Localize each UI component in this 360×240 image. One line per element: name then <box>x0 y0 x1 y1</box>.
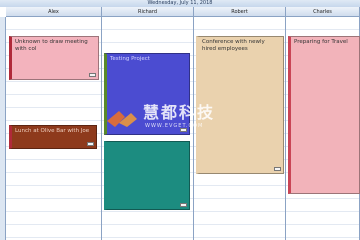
appointment[interactable]: Lunch at Olive Bar with Joe <box>9 125 97 149</box>
appointment[interactable]: Conference with newly hired employees <box>196 36 284 174</box>
appointment-subject: Preparing for Travel <box>294 39 348 45</box>
note-icon <box>89 73 96 77</box>
appointment-subject: Conference with newly hired employees <box>202 39 265 52</box>
resource-header-alex[interactable]: Alex <box>6 7 102 17</box>
note-icon <box>180 203 187 207</box>
appointment[interactable]: Preparing for Travel <box>288 36 360 194</box>
scheduler-view: Wednesday, July 11, 2018 Alex Richard Ro… <box>0 0 360 240</box>
appointment[interactable]: Testing Project <box>104 53 190 135</box>
appointment[interactable] <box>104 141 190 210</box>
note-icon <box>87 142 94 146</box>
appointment-subject: Lunch at Olive Bar with Joe <box>15 128 90 134</box>
note-icon <box>274 167 281 171</box>
appointment-subject: Unknown to draw meeting with col <box>15 39 88 52</box>
appointment[interactable]: Unknown to draw meeting with col <box>9 36 99 80</box>
resource-header-robert[interactable]: Robert <box>194 7 286 17</box>
appointment-subject: Testing Project <box>110 56 150 62</box>
note-icon <box>180 128 187 132</box>
resource-header-charles[interactable]: Charles <box>286 7 360 17</box>
date-range-header: Wednesday, July 11, 2018 <box>0 0 360 7</box>
resource-header-richard[interactable]: Richard <box>102 7 194 17</box>
